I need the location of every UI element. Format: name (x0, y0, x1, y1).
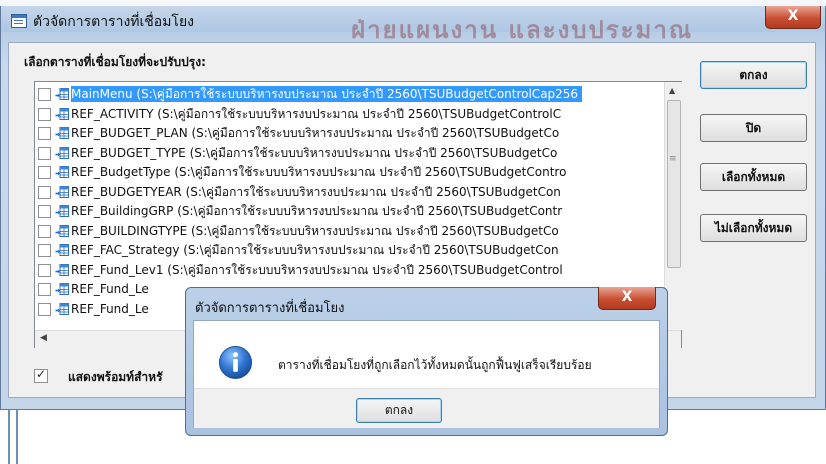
item-checkbox[interactable] (38, 244, 51, 257)
linked-table-icon (55, 185, 69, 198)
list-item-label: REF_Fund_Le (71, 301, 149, 316)
close-button[interactable]: ปิด (700, 114, 807, 142)
grip-icon: ≡ (669, 154, 677, 164)
linked-table-icon (55, 166, 69, 178)
linked-table-icon (55, 146, 69, 159)
item-checkbox[interactable] (38, 205, 51, 218)
close-icon: X (621, 289, 633, 305)
dialog-ok-button[interactable]: ตกลง (356, 398, 442, 423)
list-item[interactable]: REF_BUDGET_PLAN (S:\คู่มือการใช้ระบบบริห… (35, 124, 665, 143)
close-icon: X (787, 8, 799, 24)
linked-table-icon (55, 88, 69, 100)
item-checkbox[interactable] (38, 224, 51, 238)
list-item-label: MainMenu (S:\คู่มือการใช้ระบบบริหารงบประ… (71, 86, 583, 102)
list-item[interactable]: REF_BUILDINGTYPE (S:\คู่มือการใช้ระบบบริ… (35, 222, 665, 241)
linked-table-icon (55, 127, 69, 139)
item-checkbox[interactable] (38, 107, 51, 121)
scroll-thumb[interactable] (667, 100, 681, 268)
window-title: ตัวจัดการตารางที่เชื่อมโยง (33, 14, 194, 30)
dialog-close-button[interactable]: X (598, 287, 656, 310)
linked-table-icon (55, 263, 69, 276)
list-item-label: REF_Fund_Le (71, 282, 149, 296)
list-item[interactable]: REF_BudgetType (S:\คู่มือการใช้ระบบบริหา… (35, 163, 665, 182)
list-item[interactable]: REF_ACTIVITY (S:\คู่มือการใช้ระบบบริหารง… (35, 105, 665, 124)
list-item-label: REF_Fund_Lev1 (S:\คู่มือการใช้ระบบบริหาร… (71, 262, 563, 277)
scroll-up-icon[interactable]: ▲ (669, 86, 675, 95)
window-icon (11, 14, 27, 28)
ok-button[interactable]: ตกลง (700, 61, 807, 89)
list-item[interactable]: REF_Fund_Lev1 (S:\คู่มือการใช้ระบบบริหาร… (35, 261, 665, 280)
linked-table-icon (55, 302, 69, 315)
show-prompt-checkbox[interactable] (34, 367, 48, 383)
dialog-message: ตารางที่เชื่อมโยงที่ถูกเลือกไว้ทั้งหมดนั… (278, 358, 592, 372)
item-checkbox[interactable] (38, 283, 51, 296)
list-item[interactable]: REF_BUDGET_TYPE (S:\คู่มือการใช้ระบบบริห… (35, 144, 665, 163)
list-item-label: REF_BudgetType (S:\คู่มือการใช้ระบบบริหา… (71, 165, 567, 179)
background-frame (8, 410, 18, 464)
item-checkbox[interactable] (38, 88, 51, 101)
item-checkbox[interactable] (38, 166, 51, 179)
title-bar[interactable]: ตัวจัดการตารางที่เชื่อมโยง ฝ่ายแผนงาน แล… (1, 6, 826, 44)
item-checkbox[interactable] (38, 127, 51, 140)
linked-table-icon (55, 224, 69, 237)
table-list-label: เลือกตารางที่เชื่อมโยงที่จะปรับปรุง: (24, 55, 206, 69)
select-all-button[interactable]: เลือกทั้งหมด (700, 163, 807, 191)
info-icon (218, 345, 253, 380)
deselect-all-button[interactable]: ไม่เลือกทั้งหมด (700, 214, 807, 242)
list-item-label: REF_ACTIVITY (S:\คู่มือการใช้ระบบบริหารง… (71, 106, 562, 121)
linked-table-icon (55, 205, 69, 217)
list-item-label: REF_BUDGET_TYPE (S:\คู่มือการใช้ระบบบริห… (71, 145, 558, 160)
item-checkbox[interactable] (38, 263, 51, 277)
item-checkbox[interactable] (38, 302, 51, 316)
list-item-label: REF_BuildingGRP (S:\คู่มือการใช้ระบบบริห… (71, 204, 563, 218)
item-checkbox[interactable] (38, 146, 51, 160)
window-close-button[interactable]: X (765, 6, 821, 29)
scroll-left-icon[interactable]: ◀ (40, 333, 47, 343)
list-item-label: REF_BUDGET_PLAN (S:\คู่มือการใช้ระบบบริห… (71, 126, 560, 140)
item-checkbox[interactable] (38, 185, 51, 199)
list-item-label: REF_BUILDINGTYPE (S:\คู่มือการใช้ระบบบริ… (71, 223, 559, 238)
linked-table-icon (55, 244, 69, 256)
list-item[interactable]: REF_BuildingGRP (S:\คู่มือการใช้ระบบบริห… (35, 202, 665, 221)
dialog-title: ตัวจัดการตารางที่เชื่อมโยง (195, 301, 345, 316)
linked-table-icon (55, 107, 69, 120)
list-item[interactable]: REF_BUDGETYEAR (S:\คู่มือการใช้ระบบบริหา… (35, 183, 665, 202)
list-item[interactable]: REF_FAC_Strategy (S:\คู่มือการใช้ระบบบริ… (35, 241, 665, 260)
list-item-label: REF_BUDGETYEAR (S:\คู่มือการใช้ระบบบริหา… (71, 184, 561, 199)
list-item-label: REF_FAC_Strategy (S:\คู่มือการใช้ระบบบริ… (71, 243, 559, 257)
linked-table-icon (55, 283, 69, 295)
show-prompt-label: แสดงพร้อมท์สำหรั (68, 370, 163, 384)
list-item[interactable]: MainMenu (S:\คู่มือการใช้ระบบบริหารงบประ… (35, 85, 665, 104)
